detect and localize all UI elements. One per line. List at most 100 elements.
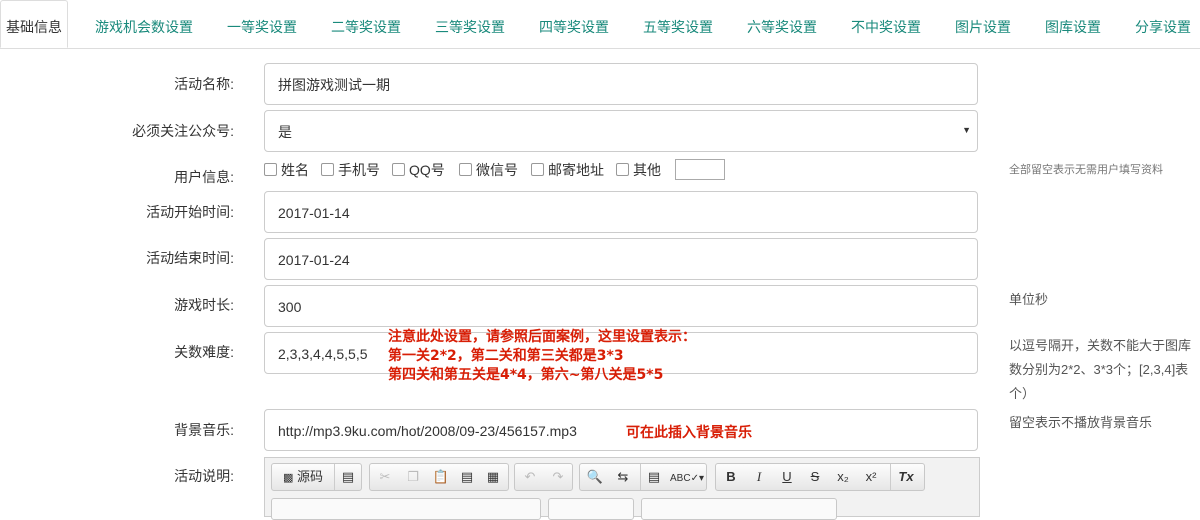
checkbox-address[interactable]: 邮寄地址	[531, 160, 604, 180]
levels-help-line-3: 个）	[1009, 386, 1036, 401]
other-info-input[interactable]	[675, 159, 725, 180]
levels-note-line-2: 第一关2*2，第二关和第三关都是3*3	[388, 348, 624, 364]
toolbar-group-editing: 🔍 ⇆ ▤ ABC✓▾	[579, 463, 707, 491]
levels-help-line-1: 以逗号隔开，关数不能大于图库	[1009, 338, 1192, 353]
underline-button[interactable]: U	[774, 464, 800, 490]
paste-text-icon: ▤	[460, 469, 474, 484]
music-note: 可在此插入背景音乐	[626, 425, 752, 441]
format-dropdown[interactable]	[271, 498, 541, 520]
subscript-button[interactable]: x₂	[830, 464, 856, 490]
duration-label: 游戏时长:	[174, 297, 234, 313]
font-dropdown[interactable]	[548, 498, 634, 520]
tab-bar: 基础信息 游戏机会数设置 一等奖设置 二等奖设置 三等奖设置 四等奖设置 五等奖…	[0, 0, 1200, 49]
start-time-label: 活动开始时间:	[146, 204, 234, 220]
tab-fifth-prize[interactable]: 五等奖设置	[643, 0, 713, 48]
tab-share-settings[interactable]: 分享设置	[1135, 0, 1191, 48]
levels-note-line-1: 注意此处设置，请参照后面案例，这里设置表示：	[388, 329, 696, 345]
music-url-input[interactable]: http://mp3.9ku.com/hot/2008/09-23/456157…	[264, 409, 978, 451]
end-time-input[interactable]: 2017-01-24	[264, 238, 978, 280]
end-time-value: 2017-01-24	[278, 252, 350, 268]
undo-icon: ↶	[524, 469, 536, 484]
levels-note-line-3: 第四关和第五关是4*4，第六~第八关是5*5	[388, 367, 664, 383]
checkbox-icon[interactable]	[616, 163, 629, 176]
size-dropdown[interactable]	[641, 498, 837, 520]
remove-format-button[interactable]: Tx	[890, 464, 921, 490]
strike-button[interactable]: S	[802, 464, 828, 490]
checkbox-phone[interactable]: 手机号	[321, 160, 380, 180]
cut-button[interactable]: ✂	[372, 464, 398, 490]
description-label: 活动说明:	[174, 468, 234, 484]
tab-no-prize[interactable]: 不中奖设置	[851, 0, 921, 48]
checkbox-icon[interactable]	[321, 163, 334, 176]
spellcheck-button[interactable]: ABC✓▾	[668, 464, 706, 490]
tab-sixth-prize[interactable]: 六等奖设置	[747, 0, 817, 48]
activity-name-value: 拼图游戏测试一期	[278, 77, 390, 93]
copy-button[interactable]: ❐	[400, 464, 426, 490]
checkbox-wechat[interactable]: 微信号	[459, 160, 518, 180]
levels-help-line-2: 数分别为2*2、3*3个；[2,3,4]表	[1009, 362, 1189, 377]
toolbar-group-clipboard: ✂ ❐ 📋 ▤ ▦	[369, 463, 509, 491]
source-button[interactable]: ▩ 源码	[274, 464, 332, 490]
tab-fourth-prize[interactable]: 四等奖设置	[539, 0, 609, 48]
replace-button[interactable]: ⇆	[610, 464, 636, 490]
tab-third-prize[interactable]: 三等奖设置	[435, 0, 505, 48]
paste-icon: 📋	[432, 469, 450, 484]
toolbar-group-source: ▩ 源码 ▤	[271, 463, 362, 491]
cut-icon: ✂	[379, 469, 391, 484]
follow-label: 必须关注公众号:	[132, 123, 234, 139]
paste-word-button[interactable]: ▦	[480, 464, 506, 490]
italic-button[interactable]: I	[746, 464, 772, 490]
search-icon: 🔍	[586, 469, 604, 484]
levels-value: 2,3,3,4,4,5,5,5	[278, 346, 368, 362]
tab-gallery-settings[interactable]: 图库设置	[1045, 0, 1101, 48]
end-time-label: 活动结束时间:	[146, 250, 234, 266]
tab-first-prize[interactable]: 一等奖设置	[227, 0, 297, 48]
source-icon: ▩	[282, 472, 294, 484]
levels-label: 关数难度:	[174, 344, 234, 360]
checkbox-icon[interactable]	[264, 163, 277, 176]
replace-icon: ⇆	[617, 469, 629, 484]
bold-button[interactable]: B	[718, 464, 744, 490]
music-label: 背景音乐:	[174, 422, 234, 438]
tab-second-prize[interactable]: 二等奖设置	[331, 0, 401, 48]
paste-button[interactable]: 📋	[428, 464, 454, 490]
follow-account-value: 是	[278, 124, 292, 140]
dropdown-caret-icon: ▼	[962, 125, 971, 135]
tab-image-settings[interactable]: 图片设置	[955, 0, 1011, 48]
rich-text-editor[interactable]: ▩ 源码 ▤ ✂ ❐ 📋 ▤ ▦ ↶ ↷ 🔍 ⇆ ▤ ABC✓▾ B I U S…	[264, 457, 980, 520]
redo-button[interactable]: ↷	[545, 464, 571, 490]
follow-account-select[interactable]: 是 ▼	[264, 110, 978, 152]
document-icon: ▤	[341, 469, 355, 484]
toolbar-group-format: B I U S x₂ x² Tx	[715, 463, 925, 491]
checkbox-name[interactable]: 姓名	[264, 160, 309, 180]
checkbox-qq[interactable]: QQ号	[392, 160, 445, 180]
duration-help: 单位秒	[1009, 292, 1049, 307]
start-time-input[interactable]: 2017-01-14	[264, 191, 978, 233]
superscript-button[interactable]: x²	[858, 464, 884, 490]
checkbox-icon[interactable]	[531, 163, 544, 176]
activity-name-input[interactable]: 拼图游戏测试一期	[264, 63, 978, 105]
find-button[interactable]: 🔍	[582, 464, 608, 490]
select-all-button[interactable]: ▤	[640, 464, 667, 490]
checkbox-icon[interactable]	[392, 163, 405, 176]
undo-button[interactable]: ↶	[517, 464, 543, 490]
start-time-value: 2017-01-14	[278, 205, 350, 221]
name-label: 活动名称:	[174, 76, 234, 92]
tab-game-chances[interactable]: 游戏机会数设置	[95, 0, 193, 48]
copy-icon: ❐	[407, 469, 419, 484]
checkbox-other[interactable]: 其他	[616, 160, 661, 180]
paste-text-button[interactable]: ▤	[454, 464, 480, 490]
redo-icon: ↷	[552, 469, 564, 484]
duration-input[interactable]: 300	[264, 285, 978, 327]
duration-value: 300	[278, 299, 302, 315]
checkbox-icon[interactable]	[459, 163, 472, 176]
spellcheck-icon: ABC✓▾	[670, 473, 704, 484]
tab-basic-info[interactable]: 基础信息	[0, 0, 68, 48]
music-help: 留空表示不播放背景音乐	[1009, 415, 1153, 430]
userinfo-label: 用户信息:	[174, 169, 234, 185]
toolbar-group-history: ↶ ↷	[514, 463, 573, 491]
document-button[interactable]: ▤	[334, 464, 361, 490]
music-url-value: http://mp3.9ku.com/hot/2008/09-23/456157…	[278, 423, 577, 439]
select-all-icon: ▤	[647, 469, 661, 484]
paste-word-icon: ▦	[486, 469, 500, 484]
